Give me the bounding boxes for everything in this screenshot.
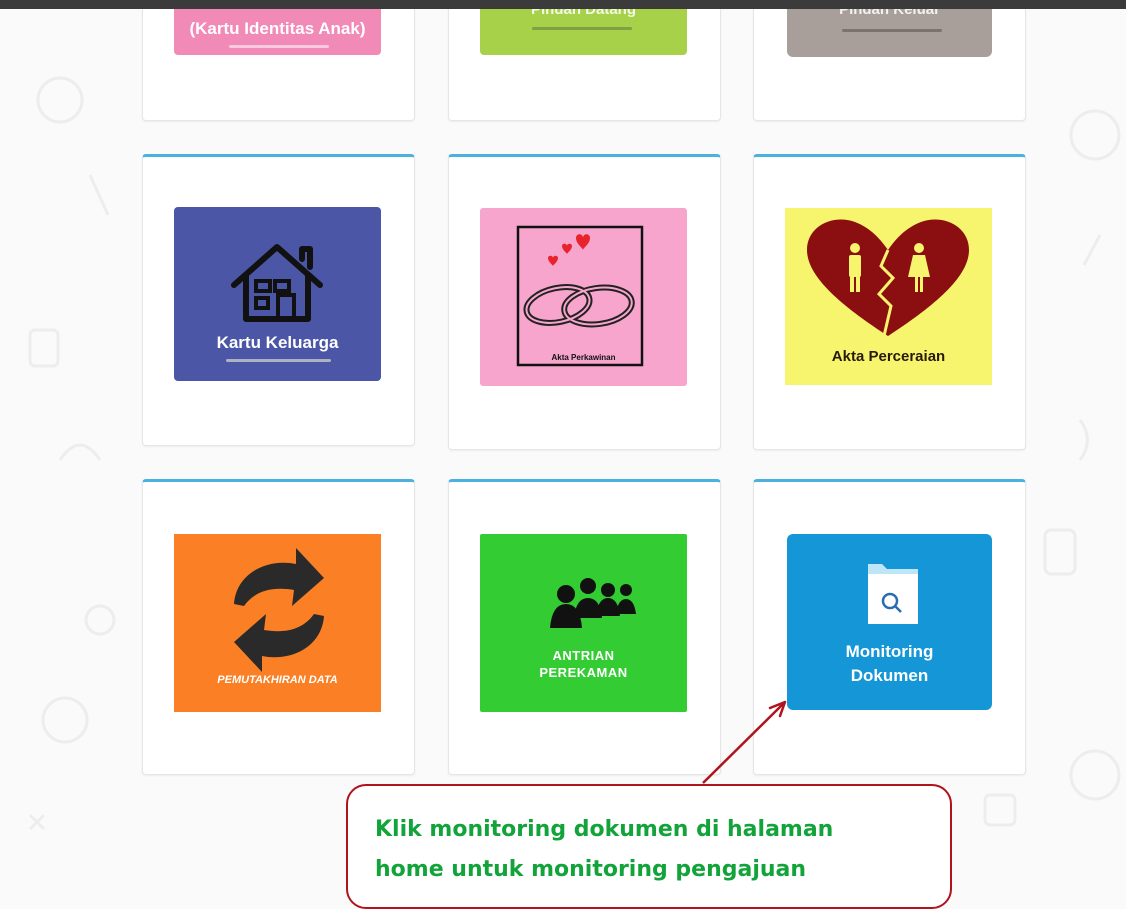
card-monitoring-dokumen: Monitoring Dokumen [753, 479, 1026, 775]
tile-label: Kartu Keluarga [216, 333, 339, 352]
tile-label: Pindah Datang [530, 9, 636, 18]
tile-label: Pindah Keluar [839, 9, 940, 18]
callout-text-line1: Klik monitoring dokumen di halaman [375, 817, 834, 842]
card-antrian-perekaman: ANTRIAN PEREKAMAN [448, 479, 721, 775]
tile-akta-perkawinan[interactable]: Akta Perkawinan [480, 208, 687, 386]
tile-pindah-datang[interactable]: Pindah Datang [480, 9, 687, 55]
card-akta-perceraian: Akta Perceraian [753, 154, 1026, 450]
tile-label-line1: Monitoring [845, 642, 934, 661]
card-kartu-keluarga: Kartu Keluarga [142, 154, 415, 446]
tile-pemutakhiran-data[interactable]: PEMUTAKHIRAN DATA [174, 534, 381, 712]
tile-label-line2: Dokumen [850, 666, 929, 685]
tile-antrian-perekaman[interactable]: ANTRIAN PEREKAMAN [480, 534, 687, 712]
card-kia: (Kartu Identitas Anak) [142, 9, 415, 121]
people-group-icon [550, 578, 636, 628]
annotation-callout: Klik monitoring dokumen di halaman home … [346, 784, 952, 909]
tile-underline [532, 27, 632, 30]
tile-label: PEMUTAKHIRAN DATA [217, 674, 338, 686]
tile-underline [229, 45, 329, 48]
tile-label: Akta Perkawinan [551, 353, 616, 362]
tile-pindah-keluar[interactable]: Pindah Keluar [787, 9, 992, 57]
tile-underline [842, 29, 942, 32]
tile-underline [226, 359, 331, 362]
top-bar [0, 0, 1126, 9]
tile-label: Akta Perceraian [831, 348, 946, 365]
tile-akta-perceraian[interactable]: Akta Perceraian [785, 208, 992, 385]
card-pindah-keluar: Pindah Keluar [753, 9, 1026, 121]
tile-kartu-keluarga[interactable]: Kartu Keluarga [174, 207, 381, 381]
card-pemutakhiran-data: PEMUTAKHIRAN DATA [142, 479, 415, 775]
tile-label: (Kartu Identitas Anak) [189, 19, 366, 38]
house-icon [231, 244, 323, 322]
tile-monitoring-dokumen[interactable]: Monitoring Dokumen [787, 534, 992, 710]
callout-text-line2: home untuk monitoring pengajuan [375, 857, 807, 882]
tile-kartu-identitas-anak[interactable]: (Kartu Identitas Anak) [174, 9, 381, 55]
tile-label-line1: ANTRIAN [552, 648, 615, 663]
card-pindah-datang: Pindah Datang [448, 9, 721, 121]
card-akta-perkawinan: Akta Perkawinan [448, 154, 721, 450]
tile-label-line2: PEREKAMAN [539, 665, 628, 680]
